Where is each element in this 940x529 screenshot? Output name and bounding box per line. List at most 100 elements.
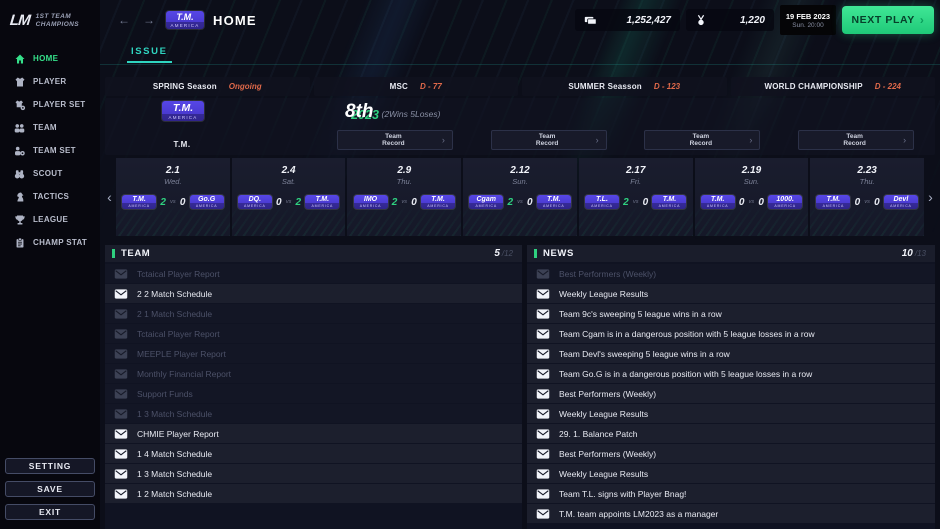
message-row[interactable]: 1 3 Match Schedule bbox=[105, 464, 522, 483]
message-row[interactable]: Team Go.G is in a dangerous position wit… bbox=[527, 364, 935, 383]
message-row[interactable]: Weekly League Results bbox=[527, 284, 935, 303]
envelope-icon bbox=[114, 449, 128, 459]
message-row[interactable]: Monthly Financial Report bbox=[105, 364, 522, 383]
message-row[interactable]: 29. 1. Balance Patch bbox=[527, 424, 935, 443]
message-row[interactable]: Weekly League Results bbox=[527, 464, 935, 483]
vs-label: vs bbox=[749, 199, 755, 205]
sidebar-item-home[interactable]: HOME bbox=[0, 47, 100, 70]
message-label: Team Devl's sweeping 5 league wins in a … bbox=[559, 349, 730, 359]
season-spring-season: SPRING SeasonOngoing bbox=[105, 77, 310, 96]
match-card[interactable]: 2.19Sun.T.M.AMERICA0vs01000.AMERICA bbox=[695, 158, 809, 236]
message-row[interactable]: Team Devl's sweeping 5 league wins in a … bbox=[527, 344, 935, 363]
match-card[interactable]: 2.17Fri.T.L.AMERICA2vs0T.M.AMERICA bbox=[579, 158, 693, 236]
message-row[interactable]: MEEPLE Player Report bbox=[105, 344, 522, 363]
setting-button[interactable]: SETTING bbox=[5, 458, 95, 474]
message-row[interactable]: Team 9c's sweeping 5 league wins in a ro… bbox=[527, 304, 935, 323]
match-card[interactable]: 2.12Sun.CgamAMERICA2vs0T.M.AMERICA bbox=[463, 158, 577, 236]
news-panel-title: NEWS bbox=[543, 248, 574, 259]
envelope-icon bbox=[536, 489, 550, 499]
team-badge-t-m: T.M.AMERICA bbox=[816, 195, 850, 209]
match-card[interactable]: 2.1Wed.T.M.AMERICA2vs0Go.GAMERICA bbox=[116, 158, 230, 236]
message-label: 2 1 Match Schedule bbox=[137, 309, 212, 319]
news-unread-count: 10 bbox=[902, 248, 913, 259]
logo-glyph-icon: LM bbox=[9, 12, 30, 29]
season-countdown: D - 123 bbox=[654, 82, 680, 91]
message-row[interactable]: 1 4 Match Schedule bbox=[105, 444, 522, 463]
message-row[interactable]: Team T.L. signs with Player Bnag! bbox=[527, 484, 935, 503]
match-day: Wed. bbox=[116, 177, 230, 186]
team-badge-name: T.M. bbox=[701, 195, 735, 203]
match-date: 2.17 bbox=[579, 165, 693, 176]
message-row[interactable]: Best Performers (Weekly) bbox=[527, 444, 935, 463]
envelope-icon bbox=[114, 429, 128, 439]
back-arrow-icon[interactable]: ← bbox=[116, 13, 132, 27]
sidebar-item-player-set[interactable]: PLAYER SET bbox=[0, 93, 100, 116]
sidebar-item-team[interactable]: TEAM bbox=[0, 116, 100, 139]
message-row[interactable]: Best Performers (Weekly) bbox=[527, 264, 935, 283]
tab-issue[interactable]: ISSUE bbox=[127, 46, 172, 63]
message-row[interactable]: 1 2 Match Schedule bbox=[105, 484, 522, 503]
team-message-list: Tctaical Player Report2 2 Match Schedule… bbox=[105, 264, 522, 503]
page-title: HOME bbox=[213, 13, 257, 28]
team-badge-region: AMERICA bbox=[469, 203, 503, 209]
envelope-icon bbox=[114, 349, 128, 359]
tab-row: ISSUE bbox=[100, 40, 940, 65]
sidebar-item-player[interactable]: PLAYER bbox=[0, 70, 100, 93]
message-label: Team 9c's sweeping 5 league wins in a ro… bbox=[559, 309, 722, 319]
team-record-button[interactable]: TeamRecord› bbox=[491, 130, 607, 150]
match-cards: 2.1Wed.T.M.AMERICA2vs0Go.GAMERICA2.4Sat.… bbox=[116, 158, 924, 236]
team-badge-cgam: CgamAMERICA bbox=[469, 195, 503, 209]
forward-arrow-icon[interactable]: → bbox=[141, 13, 157, 27]
match-day: Sun. bbox=[695, 177, 809, 186]
message-row[interactable]: Tctaical Player Report bbox=[105, 324, 522, 343]
team-badge-name: Devl bbox=[884, 195, 918, 203]
medal-icon bbox=[695, 14, 707, 27]
sidebar-item-scout[interactable]: SCOUT bbox=[0, 162, 100, 185]
team-badge-region: AMERICA bbox=[768, 203, 802, 209]
carousel-prev-icon[interactable]: ‹ bbox=[103, 158, 116, 236]
summary-team-badge[interactable]: T.M. AMERICA bbox=[162, 101, 204, 121]
match-day: Thu. bbox=[810, 177, 924, 186]
sidebar-nav: HOMEPLAYERPLAYER SETTEAMTEAM SETSCOUTTAC… bbox=[0, 47, 100, 254]
save-button[interactable]: SAVE bbox=[5, 481, 95, 497]
message-row[interactable]: Best Performers (Weekly) bbox=[527, 384, 935, 403]
message-row[interactable]: T.M. team appoints LM2023 as a manager bbox=[527, 504, 935, 523]
team-badge-name: Cgam bbox=[469, 195, 503, 203]
sidebar-item-champ-stat[interactable]: CHAMP STAT bbox=[0, 231, 100, 254]
message-row[interactable]: Tctaical Player Report bbox=[105, 264, 522, 283]
message-row[interactable]: Team Cgam is in a dangerous position wit… bbox=[527, 324, 935, 343]
carousel-next-icon[interactable]: › bbox=[924, 158, 937, 236]
team-record-button[interactable]: TeamRecord› bbox=[798, 130, 914, 150]
message-label: Weekly League Results bbox=[559, 469, 648, 479]
team-badge-devl: DevlAMERICA bbox=[884, 195, 918, 209]
message-row[interactable]: Support Funds bbox=[105, 384, 522, 403]
message-row[interactable]: CHMIE Player Report bbox=[105, 424, 522, 443]
match-card[interactable]: 2.23Thu.T.M.AMERICA0vs0DevlAMERICA bbox=[810, 158, 924, 236]
message-row[interactable]: 2 1 Match Schedule bbox=[105, 304, 522, 323]
season-msc: MSCD - 77 bbox=[314, 77, 519, 96]
message-label: Support Funds bbox=[137, 389, 193, 399]
match-date: 2.19 bbox=[695, 165, 809, 176]
team-record-button[interactable]: TeamRecord› bbox=[644, 130, 760, 150]
message-row[interactable]: 2 2 Match Schedule bbox=[105, 284, 522, 303]
message-label: T.M. team appoints LM2023 as a manager bbox=[559, 509, 718, 519]
sidebar-item-team-set[interactable]: TEAM SET bbox=[0, 139, 100, 162]
match-card[interactable]: 2.9Thu.IMOAMERICA2vs0T.M.AMERICA bbox=[347, 158, 461, 236]
match-day: Sat. bbox=[232, 177, 346, 186]
current-date: 19 FEB 2023 bbox=[780, 12, 836, 21]
match-card[interactable]: 2.4Sat.DQ.AMERICA0vs2T.M.AMERICA bbox=[232, 158, 346, 236]
message-label: Monthly Financial Report bbox=[137, 369, 231, 379]
exit-button[interactable]: EXIT bbox=[5, 504, 95, 520]
team-record-label: TeamRecord bbox=[806, 133, 903, 147]
team-badge-region: AMERICA bbox=[816, 203, 850, 209]
vs-label: vs bbox=[864, 199, 870, 205]
season-countdown: Ongoing bbox=[229, 82, 262, 91]
message-row[interactable]: Weekly League Results bbox=[527, 404, 935, 423]
sidebar-item-league[interactable]: LEAGUE bbox=[0, 208, 100, 231]
sidebar-item-tactics[interactable]: TACTICS bbox=[0, 185, 100, 208]
envelope-icon bbox=[536, 329, 550, 339]
next-play-button[interactable]: NEXT PLAY › bbox=[842, 6, 934, 34]
topbar-team-badge[interactable]: T.M. AMERICA bbox=[166, 11, 204, 29]
team-record-button[interactable]: TeamRecord› bbox=[337, 130, 453, 150]
message-row[interactable]: 1 3 Match Schedule bbox=[105, 404, 522, 423]
